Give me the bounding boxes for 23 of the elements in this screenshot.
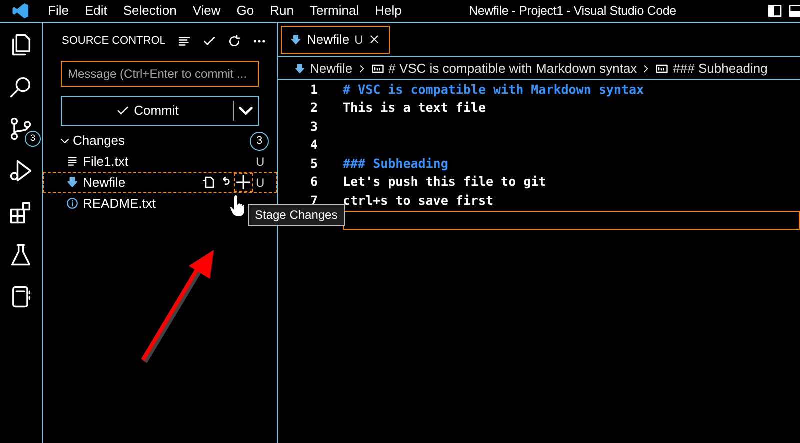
line-number: 2 xyxy=(309,99,318,118)
code-line: Let's push this file to git xyxy=(343,173,546,192)
line-number: 5 xyxy=(309,154,318,173)
line-number: 6 xyxy=(309,173,318,192)
file-name: File1.txt xyxy=(83,152,129,171)
file-name: README.txt xyxy=(83,194,156,213)
file-name: Newfile xyxy=(83,174,126,192)
count-badge: 3 xyxy=(250,132,269,150)
line-number: 1 xyxy=(309,80,318,99)
line-number: 3 xyxy=(309,118,318,136)
window-title: Newfile - Project1 - Visual Studio Code xyxy=(469,2,676,20)
status-letter: U xyxy=(256,154,266,170)
status-letter: U xyxy=(256,174,266,192)
tooltip: Stage Changes xyxy=(248,204,345,226)
code-line: # VSC is compatible with Markdown syntax xyxy=(343,80,644,99)
line-number: 4 xyxy=(309,136,318,154)
tab-label: Newfile xyxy=(307,30,350,49)
code-line: This is a text file xyxy=(343,99,486,118)
code-line: ctrl+s to save first xyxy=(343,192,494,210)
panel-title: SOURCE CONTROL xyxy=(62,34,167,49)
status-letter: U xyxy=(354,32,364,48)
code-line: ### Subheading xyxy=(343,154,448,173)
badge-count: 3 xyxy=(25,131,41,147)
